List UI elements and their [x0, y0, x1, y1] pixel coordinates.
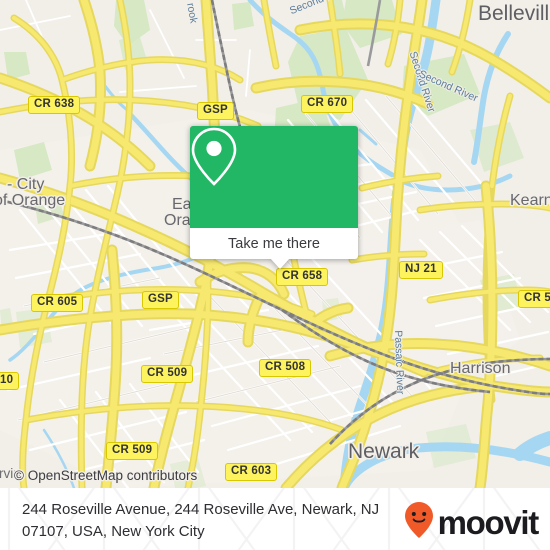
- take-me-there-label: Take me there: [228, 235, 320, 252]
- map-screenshot: .r {stroke:#f7e96f;stroke-linecap:round;…: [0, 0, 550, 550]
- take-me-there-button[interactable]: Take me there: [190, 228, 358, 259]
- road-shield: CR 509: [141, 365, 194, 383]
- popup-header: [190, 126, 358, 228]
- road-shield: GSP: [142, 291, 179, 309]
- road-shield: CR 50: [518, 290, 550, 308]
- footer-bar: 244 Roseville Avenue, 244 Roseville Ave,…: [0, 488, 550, 550]
- road-shield: CR 508: [259, 359, 312, 377]
- road-shield: CR 670: [301, 95, 354, 113]
- location-popup-card[interactable]: Take me there: [190, 126, 358, 269]
- osm-attribution[interactable]: © OpenStreetMap contributors: [14, 468, 197, 483]
- address-text: 244 Roseville Avenue, 244 Roseville Ave,…: [22, 501, 380, 540]
- road-shield: CR 603: [225, 463, 278, 481]
- moovit-wordmark: moovit: [437, 504, 540, 541]
- road-shield: 10: [0, 372, 20, 390]
- road-shield: GSP: [197, 102, 234, 120]
- road-shield: CR 658: [276, 268, 329, 286]
- map-canvas[interactable]: .r {stroke:#f7e96f;stroke-linecap:round;…: [0, 0, 550, 488]
- road-shield: NJ 21: [399, 261, 443, 279]
- moovit-logo[interactable]: moovit: [404, 502, 540, 543]
- popup-pointer-tail: [270, 258, 290, 269]
- road-shield: CR 605: [31, 294, 84, 312]
- road-shield: CR 638: [28, 96, 81, 114]
- road-shield: CR 509: [106, 442, 159, 460]
- moovit-pin-smiley-icon: [404, 502, 433, 543]
